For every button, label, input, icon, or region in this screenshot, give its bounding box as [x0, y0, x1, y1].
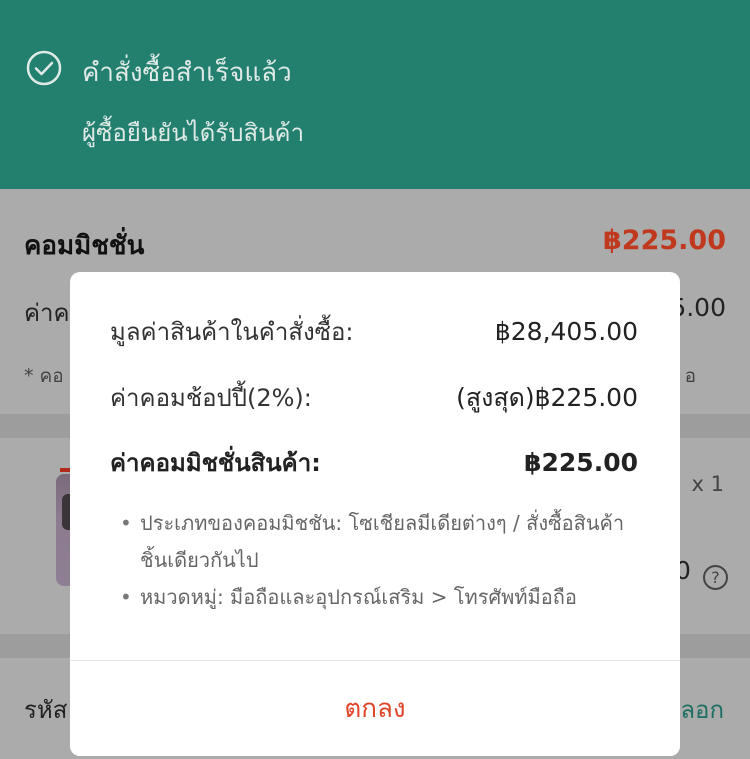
shopee-commission-row: ค่าคอมช้อปปี้(2%): (สูงสุด)฿225.00	[110, 378, 638, 418]
copy-button[interactable]: ลอก	[680, 690, 724, 729]
order-value-amount: ฿28,405.00	[494, 317, 638, 346]
commission-details-dialog: มูลค่าสินค้าในคำสั่งซื้อ: ฿28,405.00 ค่า…	[70, 272, 680, 756]
order-id-label: รหัส	[24, 696, 68, 724]
ok-button[interactable]: ตกลง	[70, 661, 680, 756]
order-value-row: มูลค่าสินค้าในคำสั่งซื้อ: ฿28,405.00	[110, 312, 638, 351]
commission-note-end: อ	[684, 365, 696, 387]
shopee-commission-label: ค่าคอมช้อปปี้(2%):	[110, 384, 312, 412]
status-subtitle: ผู้ซื้อยืนยันได้รับสินค้า	[82, 119, 305, 147]
commission-type-item: ประเภทของคอมมิชชัน: โซเชียลมีเดียต่างๆ /…	[120, 505, 640, 579]
product-commission-amount: ฿225.00	[524, 448, 638, 477]
order-value-label: มูลค่าสินค้าในคำสั่งซื้อ:	[110, 318, 354, 346]
check-circle-icon	[26, 50, 62, 86]
commission-title: คอมมิชชั่น	[24, 231, 145, 261]
commission-amount: ฿225.00	[603, 225, 726, 256]
product-badge	[60, 468, 70, 472]
category-item: หมวดหมู่: มือถือและอุปกรณ์เสริม > โทรศัพ…	[120, 579, 640, 616]
order-status-banner: คำสั่งซื้อสำเร็จแล้ว ผู้ซื้อยืนยันได้รับ…	[0, 0, 750, 189]
product-quantity: x 1	[691, 472, 724, 496]
shopee-commission-amount: (สูงสุด)฿225.00	[456, 383, 638, 412]
help-icon[interactable]: ?	[703, 565, 728, 590]
product-commission-label: ค่าคอมมิชชั่นสินค้า:	[110, 449, 321, 477]
commission-details-list: ประเภทของคอมมิชชัน: โซเชียลมีเดียต่างๆ /…	[120, 505, 640, 616]
status-title: คำสั่งซื้อสำเร็จแล้ว	[82, 58, 292, 88]
commission-row-label: ค่าค	[24, 299, 70, 327]
product-commission-row: ค่าคอมมิชชั่นสินค้า: ฿225.00	[110, 443, 638, 482]
commission-note: * คอ	[24, 365, 64, 387]
